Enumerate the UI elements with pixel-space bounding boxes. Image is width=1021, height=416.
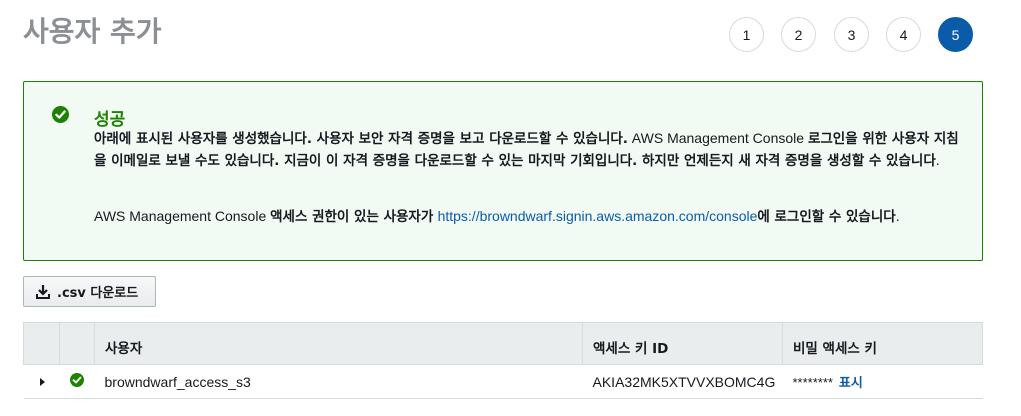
table-header-row: 사용자 액세스 키 ID 비밀 액세스 키 — [23, 322, 983, 365]
console-login-message: AWS Management Console 액세스 권한이 있는 사용자가 h… — [94, 206, 964, 227]
show-secret-link[interactable]: 표시 — [839, 376, 863, 391]
step-4[interactable]: 4 — [886, 17, 921, 52]
header-secret-access-key[interactable]: 비밀 액세스 키 — [782, 322, 983, 365]
alert-message: 아래에 표시된 사용자를 생성했습니다. 사용자 보안 자격 증명을 보고 다운… — [94, 128, 964, 172]
users-table: 사용자 액세스 키 ID 비밀 액세스 키 browndwarf_access_… — [23, 322, 983, 399]
step-3[interactable]: 3 — [834, 17, 869, 52]
step-1[interactable]: 1 — [729, 17, 764, 52]
page-title: 사용자 추가 — [23, 15, 162, 48]
alert-title: 성공 — [94, 110, 126, 130]
console-message-part: 액세스 권한이 있는 사용자가 — [270, 209, 434, 225]
header-expand — [23, 322, 60, 365]
download-csv-button[interactable]: .csv 다운로드 — [23, 276, 156, 307]
step-5-current[interactable]: 5 — [938, 17, 973, 52]
header-access-key-id[interactable]: 액세스 키 ID — [582, 322, 783, 365]
console-message-part: AWS Management Console — [94, 208, 271, 224]
console-message-part: . — [895, 208, 900, 224]
alert-message-part: 아래에 표시된 사용자를 생성했습니다. 사용자 보안 자격 증명을 보고 다운… — [94, 131, 628, 147]
alert-message-part: AWS Management Console — [627, 130, 808, 146]
step-2[interactable]: 2 — [781, 17, 816, 52]
table-row: browndwarf_access_s3 AKIA32MK5XTVVXBOMC4… — [23, 364, 983, 399]
cell-user-name: browndwarf_access_s3 — [94, 364, 583, 399]
expand-row-toggle[interactable] — [23, 364, 60, 399]
download-icon — [36, 285, 50, 299]
header-status — [59, 322, 95, 365]
header-user[interactable]: 사용자 — [94, 322, 583, 365]
row-status — [59, 364, 95, 399]
check-circle-icon — [70, 373, 84, 387]
alert-message-part: . — [935, 152, 940, 168]
success-alert: 성공 아래에 표시된 사용자를 생성했습니다. 사용자 보안 자격 증명을 보고… — [23, 81, 983, 261]
caret-right-icon — [39, 377, 45, 386]
console-signin-link[interactable]: https://browndwarf.signin.aws.amazon.com… — [438, 208, 758, 224]
console-message-part: 에 로그인할 수 있습니다 — [757, 209, 896, 225]
download-csv-label: .csv 다운로드 — [57, 286, 139, 301]
secret-mask: ******** — [792, 375, 833, 390]
cell-access-key-id: AKIA32MK5XTVVXBOMC4G — [582, 364, 783, 399]
check-circle-icon — [52, 106, 69, 123]
cell-secret-access-key: ******** 표시 — [782, 364, 983, 399]
